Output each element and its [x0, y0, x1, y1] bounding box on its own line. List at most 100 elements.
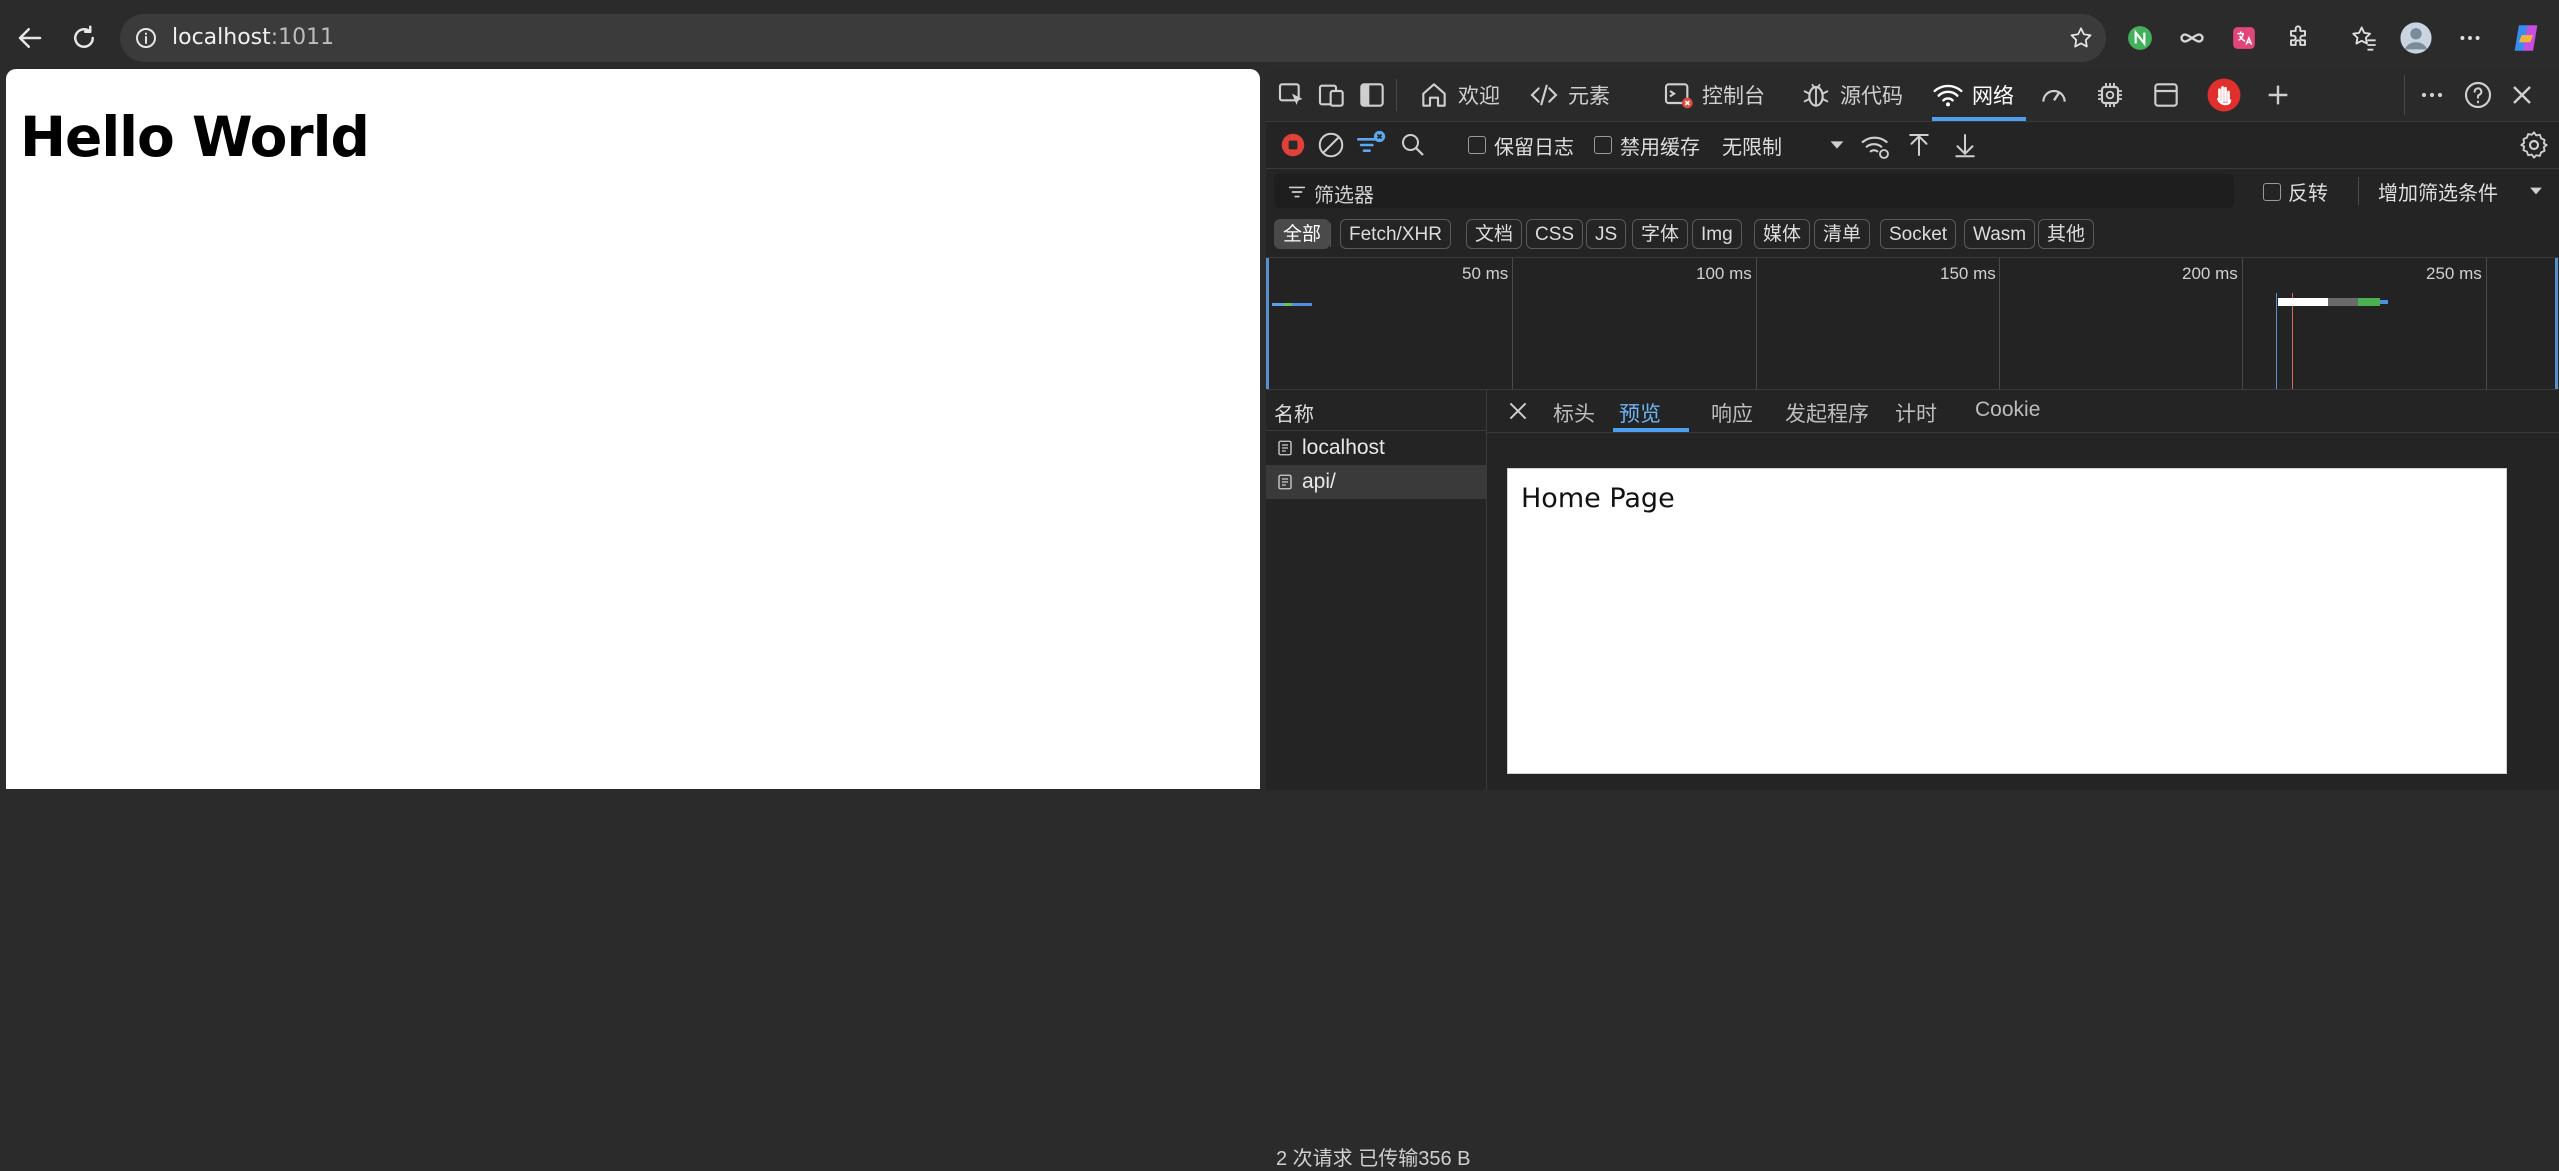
- copilot-button[interactable]: [2504, 16, 2548, 60]
- sidebar-icon: [1360, 83, 1384, 107]
- network-conditions-button[interactable]: [1860, 130, 1892, 162]
- request-bar: [1284, 303, 1292, 306]
- name-column-header[interactable]: 名称: [1266, 390, 1486, 431]
- performance-tab-button[interactable]: [2038, 79, 2070, 111]
- code-icon: [1530, 84, 1558, 106]
- request-bar: [1272, 303, 1284, 306]
- record-button[interactable]: [1278, 130, 1308, 160]
- request-bar: [2278, 298, 2328, 306]
- translate-button[interactable]: [2222, 16, 2266, 60]
- avatar: [2400, 22, 2432, 54]
- devtools-more-button[interactable]: [2416, 79, 2448, 111]
- request-detail-pane: 标头 预览 响应 发起程序 计时 Cookie Home Page: [1487, 390, 2559, 790]
- more-horizontal-icon: [2460, 36, 2480, 40]
- response-preview-frame: Home Page: [1507, 468, 2507, 774]
- filter-lines-icon: [1288, 186, 1306, 198]
- type-filter-media[interactable]: 媒体: [1754, 219, 1811, 249]
- grid-line: [1999, 258, 2000, 389]
- device-emulation-button[interactable]: [1316, 79, 1348, 111]
- filter-row: 筛选器 反转 增加筛选条件: [1266, 169, 2559, 213]
- memory-tab-button[interactable]: [2094, 79, 2126, 111]
- tab-response[interactable]: 响应: [1711, 398, 1753, 428]
- toolbar-divider: [1396, 79, 1397, 111]
- add-tab-button[interactable]: [2262, 79, 2294, 111]
- refresh-button[interactable]: [62, 16, 106, 60]
- extensions-button[interactable]: [2276, 16, 2320, 60]
- type-filter-manifest[interactable]: 清单: [1814, 219, 1871, 249]
- address-host: localhost: [172, 25, 271, 50]
- timeline-left-handle[interactable]: [1266, 258, 1269, 389]
- tab-initiator[interactable]: 发起程序: [1785, 398, 1869, 428]
- network-settings-button[interactable]: [2518, 129, 2550, 161]
- timeline-right-handle[interactable]: [2555, 258, 2558, 389]
- tab-elements[interactable]: 元素: [1528, 69, 1610, 121]
- clear-button[interactable]: [1316, 130, 1346, 160]
- tab-network[interactable]: 网络: [1932, 69, 2026, 121]
- tab-console[interactable]: 控制台: [1662, 69, 1765, 121]
- type-filter-wasm[interactable]: Wasm: [1964, 219, 2036, 249]
- tab-preview[interactable]: 预览: [1619, 398, 1661, 428]
- type-filter-other[interactable]: 其他: [2038, 219, 2095, 249]
- type-filter-fetch-xhr[interactable]: Fetch/XHR: [1340, 219, 1451, 249]
- type-filter-all[interactable]: 全部: [1274, 219, 1331, 249]
- filter-input[interactable]: 筛选器: [1274, 174, 2234, 208]
- favorites-button[interactable]: [2342, 16, 2386, 60]
- type-filter-doc[interactable]: 文档: [1466, 219, 1523, 249]
- close-devtools-button[interactable]: [2506, 79, 2538, 111]
- grid-line: [2242, 258, 2243, 389]
- address-bar[interactable]: localhost:1011: [120, 14, 2106, 62]
- more-filters-dropdown[interactable]: 增加筛选条件: [2378, 169, 2548, 213]
- filter-divider: [1330, 223, 1331, 247]
- star-icon[interactable]: [2068, 25, 2094, 51]
- request-list: 名称 localhost api/ 2 次请求 已传输356 B: [1266, 390, 1487, 1170]
- extension-n-icon: [2128, 26, 2152, 50]
- request-name: api/: [1302, 470, 1336, 493]
- tab-cookies[interactable]: Cookie: [1975, 398, 2040, 422]
- address-text: localhost:1011: [172, 25, 334, 50]
- export-har-button[interactable]: [1950, 130, 1980, 160]
- tab-network-label: 网络: [1972, 85, 2014, 108]
- search-button[interactable]: [1398, 130, 1428, 160]
- preserve-log-checkbox[interactable]: [1468, 136, 1486, 154]
- extension-infinity-button[interactable]: [2170, 16, 2214, 60]
- tick-250ms: 250 ms: [2426, 264, 2482, 283]
- type-filter-img[interactable]: Img: [1692, 219, 1742, 249]
- close-icon: [1509, 402, 1527, 420]
- application-tab-button[interactable]: [2150, 79, 2182, 111]
- close-detail-button[interactable]: [1505, 398, 1531, 424]
- type-filter-js[interactable]: JS: [1586, 219, 1627, 249]
- profile-button[interactable]: [2394, 16, 2438, 60]
- gauge-icon: [2042, 90, 2066, 102]
- security-tab-button[interactable]: [2206, 77, 2242, 113]
- extension-n-button[interactable]: [2118, 16, 2162, 60]
- console-icon: [1664, 83, 1693, 109]
- more-filters-label: 增加筛选条件: [2378, 183, 2498, 205]
- infinity-icon: [2180, 33, 2204, 43]
- puzzle-icon: [2290, 25, 2306, 46]
- name-header-label: 名称: [1274, 404, 1314, 426]
- tab-timing[interactable]: 计时: [1895, 398, 1937, 428]
- type-filter-socket[interactable]: Socket: [1880, 219, 1957, 249]
- network-overview-timeline[interactable]: 50 ms 100 ms 150 ms 200 ms 250 ms: [1266, 258, 2559, 390]
- back-button[interactable]: [8, 16, 52, 60]
- help-button[interactable]: [2462, 79, 2494, 111]
- tab-elements-label: 元素: [1568, 85, 1610, 108]
- request-row-api[interactable]: api/: [1266, 465, 1486, 499]
- invert-checkbox[interactable]: [2263, 183, 2281, 201]
- record-stop-icon: [1281, 133, 1305, 157]
- tab-headers[interactable]: 标头: [1553, 398, 1595, 428]
- disable-cache-checkbox[interactable]: [1594, 136, 1612, 154]
- devtools-panel: 欢迎 元素 控制台 源代码 网络 保留日志 禁用缓存 无限制 筛选器 反转 增加…: [1266, 69, 2559, 1170]
- tab-welcome[interactable]: 欢迎: [1418, 69, 1500, 121]
- more-menu-button[interactable]: [2448, 16, 2492, 60]
- filter-placeholder: 筛选器: [1314, 185, 1374, 207]
- inspect-element-button[interactable]: [1276, 79, 1308, 111]
- type-filter-css[interactable]: CSS: [1526, 219, 1584, 249]
- type-filter-font[interactable]: 字体: [1632, 219, 1689, 249]
- request-row-localhost[interactable]: localhost: [1266, 431, 1486, 465]
- import-har-button[interactable]: [1904, 130, 1934, 160]
- info-icon: [136, 28, 156, 48]
- toggle-sidebar-button[interactable]: [1356, 79, 1388, 111]
- tab-sources[interactable]: 源代码: [1800, 69, 1903, 121]
- filter-toggle-button[interactable]: [1354, 128, 1388, 162]
